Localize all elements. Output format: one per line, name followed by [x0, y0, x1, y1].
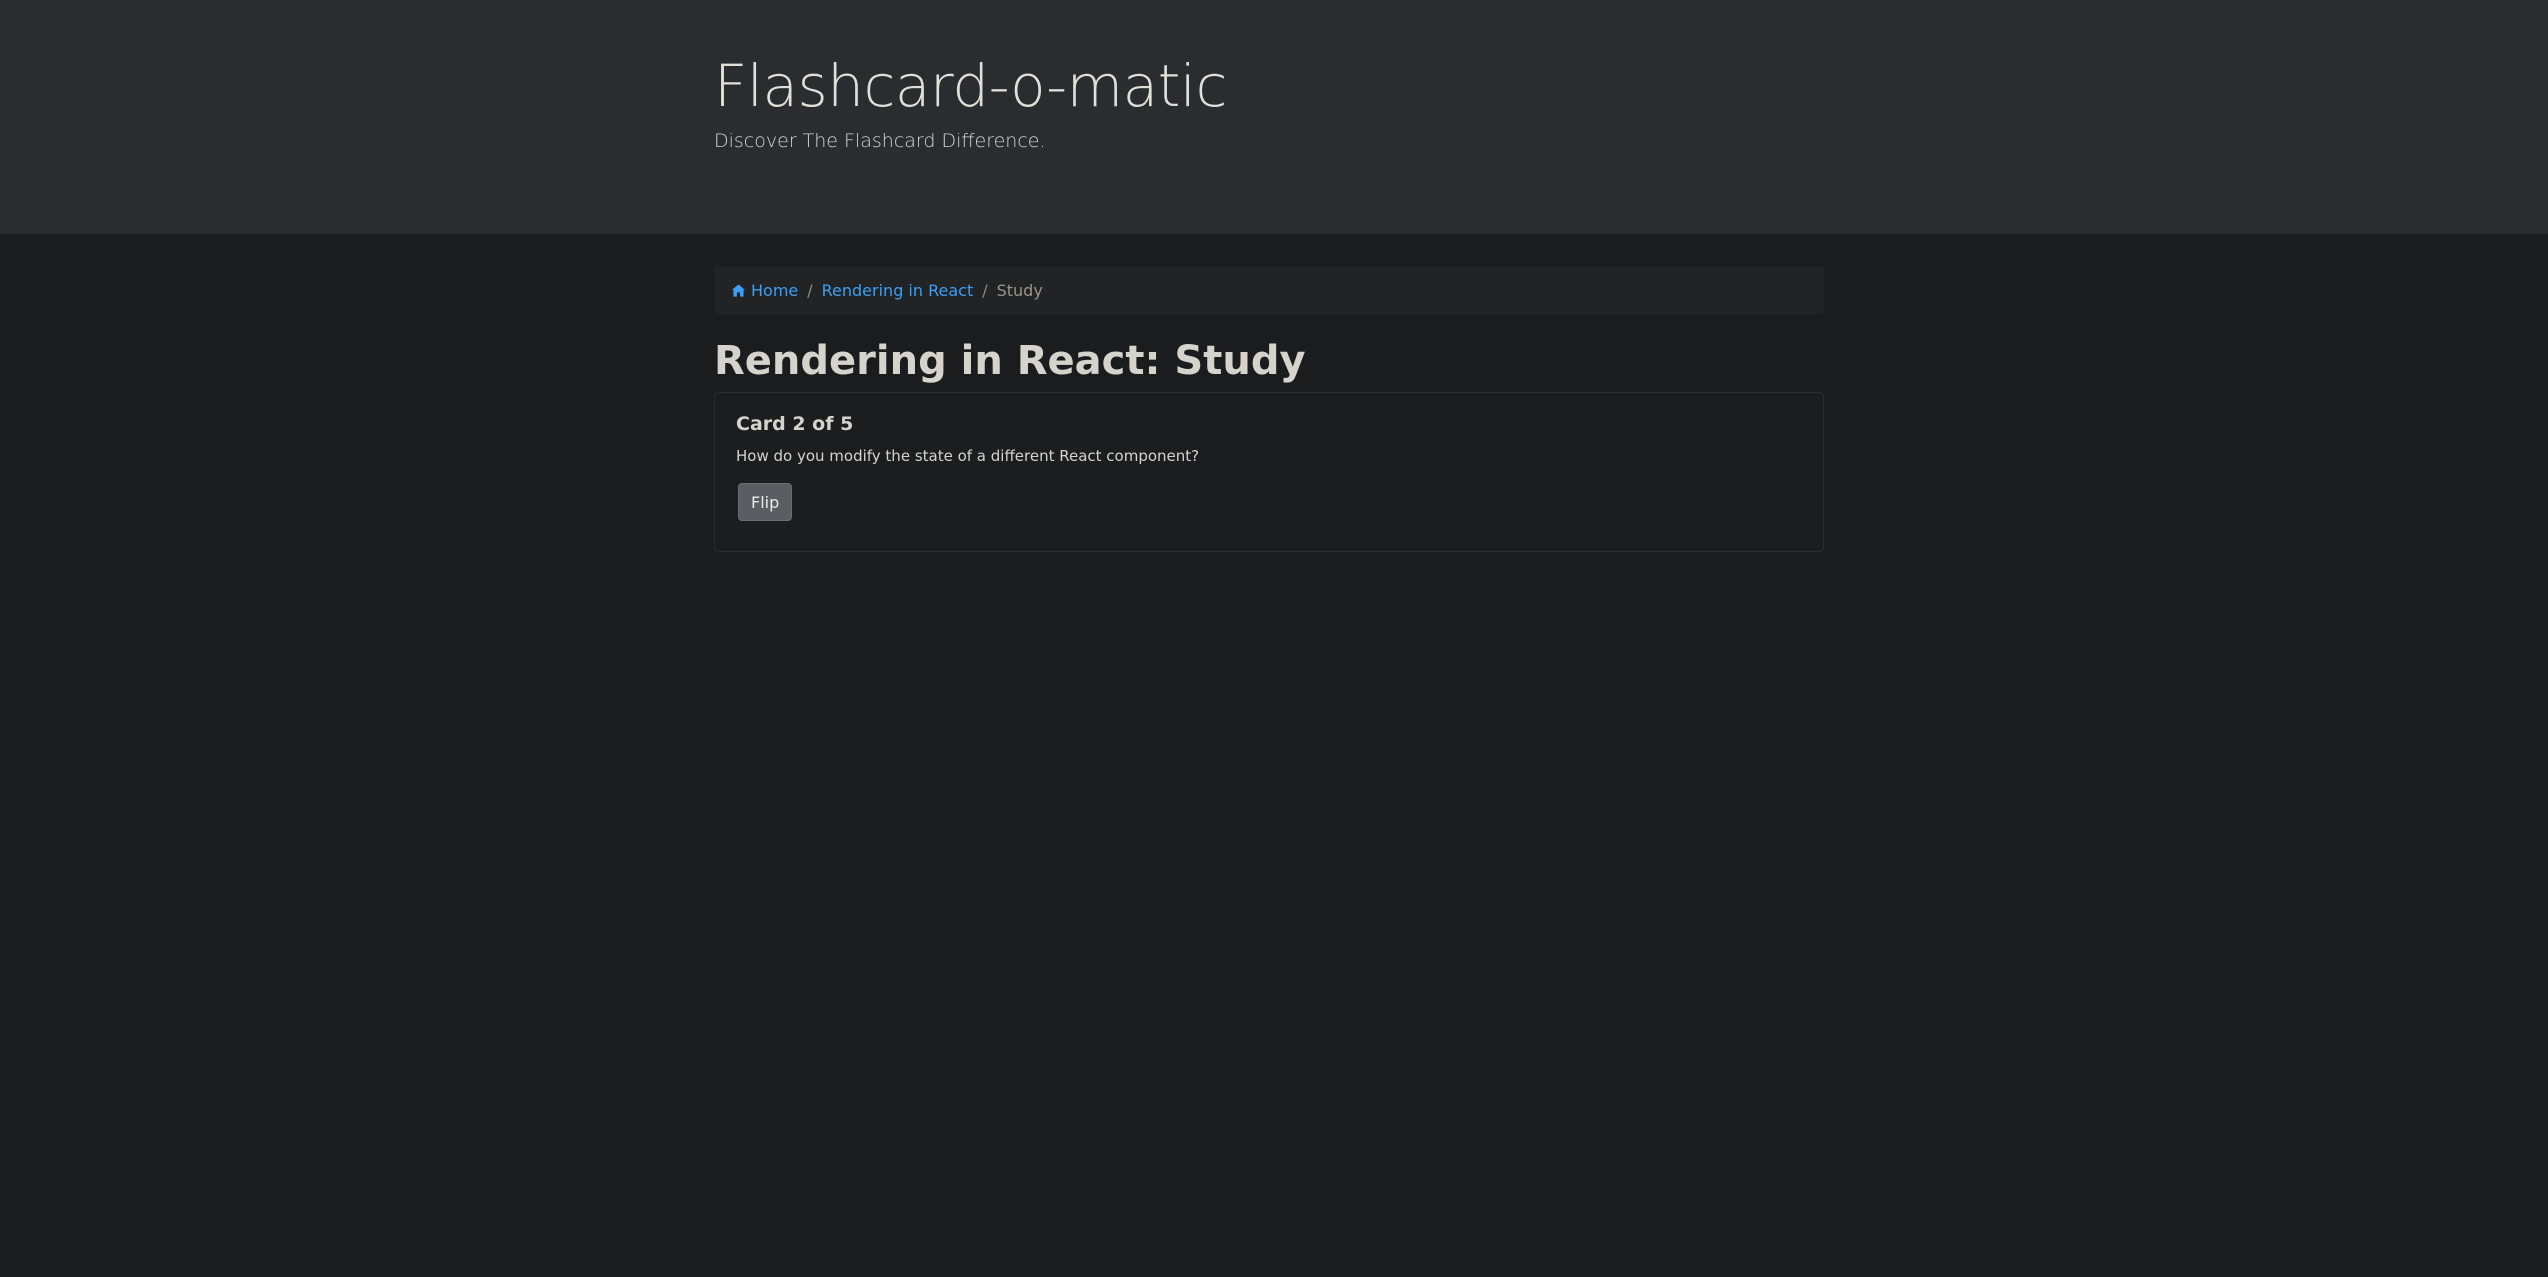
site-title: Flashcard-o-matic	[714, 52, 1227, 120]
breadcrumb-deck-link[interactable]: Rendering in React	[822, 281, 974, 300]
flashcard: Card 2 of 5 How do you modify the state …	[714, 392, 1824, 552]
breadcrumb-home-link[interactable]: Home	[731, 281, 798, 300]
breadcrumb-separator: /	[982, 280, 988, 300]
breadcrumb-home-label: Home	[751, 280, 799, 300]
main-container: Home / Rendering in React / Study Render…	[714, 266, 1824, 552]
page-title: Rendering in React: Study	[714, 338, 1306, 384]
header-content: Flashcard-o-matic Discover The Flashcard…	[714, 46, 1227, 152]
flip-button[interactable]: Flip	[738, 483, 793, 521]
breadcrumb: Home / Rendering in React / Study	[714, 266, 1824, 314]
site-header: Flashcard-o-matic Discover The Flashcard…	[0, 0, 2548, 234]
card-question: How do you modify the state of a differe…	[736, 447, 1200, 465]
home-icon	[731, 283, 746, 298]
card-title: Card 2 of 5	[736, 413, 854, 435]
site-tagline: Discover The Flashcard Difference.	[714, 130, 1046, 152]
breadcrumb-current: Study	[996, 280, 1043, 300]
breadcrumb-separator: /	[807, 280, 813, 300]
